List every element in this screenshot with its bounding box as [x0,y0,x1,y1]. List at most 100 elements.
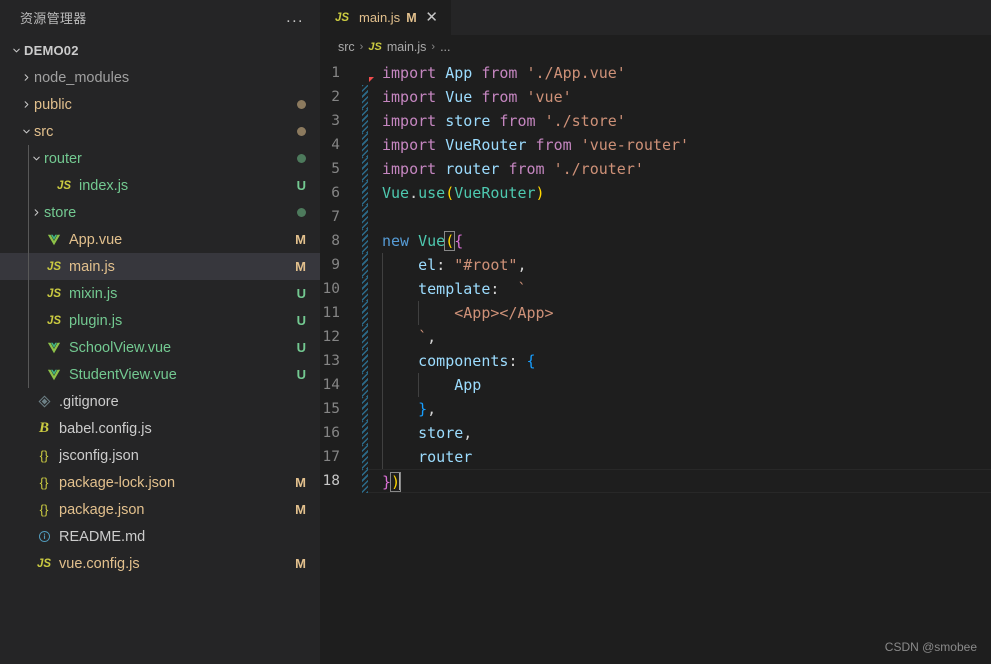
chevron-right-icon[interactable] [18,99,34,110]
code-line[interactable]: 14 App [320,373,991,397]
line-number: 9 [331,257,340,273]
breadcrumb-item[interactable]: src [338,40,355,54]
chevron-right-icon[interactable] [28,207,44,218]
code-line[interactable]: 12 `, [320,325,991,349]
tab-main-js[interactable]: JS main.js M ✕ [320,0,452,35]
tree-item-studentview-vue[interactable]: StudentView.vue U [0,361,320,388]
code-token: './store' [544,112,626,130]
code-token: router [445,160,500,178]
code-token: , [463,424,473,442]
close-icon[interactable]: ✕ [423,9,441,27]
tree-item-label: vue.config.js [59,555,140,572]
tree-item-index-js[interactable]: JS index.js U [0,172,320,199]
tree-item-vue-config-js[interactable]: JS vue.config.js M [0,550,320,577]
code-line[interactable]: 8 new Vue({ [320,229,991,253]
code-line[interactable]: 10 template: ` [320,277,991,301]
code-editor[interactable]: 1 import App from './App.vue' 2 import Vue … [320,59,991,664]
code-token: ` [517,280,527,298]
tree-item-label: store [44,204,77,221]
code-token: from [499,112,536,130]
tree-item-package-json[interactable]: {} package.json M [0,496,320,523]
git-status-dot [297,100,306,109]
line-number: 1 [331,65,340,81]
tree-item-plugin-js[interactable]: JS plugin.js U [0,307,320,334]
tab-dirty-badge: M [406,10,417,25]
code-lines: 1 import App from './App.vue' 2 import Vue … [320,59,991,493]
vue-file-icon [44,233,64,247]
git-status-badge: M [295,556,306,571]
tree-item-babel-config-js[interactable]: Bbabel.config.js [0,415,320,442]
code-line[interactable]: 13 components: { [320,349,991,373]
tree-item-mixin-js[interactable]: JS mixin.js U [0,280,320,307]
code-token: <App></App> [454,304,554,322]
code-token: , [427,400,437,418]
breadcrumb-separator-icon: › [431,41,436,53]
tree-item-router[interactable]: router [0,145,320,172]
code-token: import [382,88,446,106]
tree-item-store[interactable]: store [0,199,320,226]
code-line[interactable]: 5 import router from './router' [320,157,991,181]
code-line[interactable]: 1 import App from './App.vue' [320,61,991,85]
tree-item-schoolview-vue[interactable]: SchoolView.vue U [0,334,320,361]
code-token: "#root" [454,256,518,274]
babel-file-icon: B [38,420,49,436]
git-status-dot [297,208,306,217]
tree-item-demo02[interactable]: DEMO02 [0,37,320,64]
code-line[interactable]: 3 import store from './store' [320,109,991,133]
code-line[interactable]: 9 el: "#root", [320,253,991,277]
tree-item-node-modules[interactable]: node_modules [0,64,320,91]
tree-item-app-vue[interactable]: App.vue M [0,226,320,253]
code-token: import [382,136,446,154]
json-file-icon: {} [39,475,49,490]
tree-item-package-lock-json[interactable]: {} package-lock.json M [0,469,320,496]
tree-item-label: plugin.js [69,312,123,329]
code-line[interactable]: 7 [320,205,991,229]
tab-label: main.js [359,10,401,25]
code-line[interactable]: 15 }, [320,397,991,421]
chevron-down-icon[interactable] [28,153,44,164]
code-token: : [436,256,455,274]
code-line[interactable]: 2 import Vue from 'vue' [320,85,991,109]
breadcrumb-item[interactable]: main.js [387,40,427,54]
more-actions-icon[interactable]: ... [282,9,308,25]
chevron-right-icon[interactable] [18,72,34,83]
code-line[interactable]: 16 store, [320,421,991,445]
git-status-badge: U [296,340,306,355]
tree-item-readme-md[interactable]: README.md [0,523,320,550]
tree-item-jsconfig-json[interactable]: {} jsconfig.json [0,442,320,469]
tree-item-public[interactable]: public [0,91,320,118]
code-line[interactable]: 6 Vue.use(VueRouter) [320,181,991,205]
js-file-icon: JS [46,287,62,300]
code-token: './App.vue' [526,64,626,82]
code-line[interactable]: 17 router [320,445,991,469]
js-file-icon: JS [46,314,62,327]
code-token: from [481,88,518,106]
tree-item-label: README.md [59,528,146,545]
js-file-icon: JS [36,557,52,570]
code-token: template [418,280,491,298]
code-token: { [526,352,536,370]
explorer-title: 资源管理器 [20,11,87,26]
code-line-text: import router from './router' [368,157,991,181]
code-line-text: }, [368,397,991,421]
code-line[interactable]: 18}) [320,469,991,493]
code-line-text: template: ` [368,277,991,301]
indent-guide [418,373,420,397]
tree-item-main-js[interactable]: JS main.js M [0,253,320,280]
chevron-down-icon[interactable] [8,45,24,56]
tree-item-label: StudentView.vue [69,366,177,383]
code-token: use [418,184,446,202]
tree-item-label: router [44,150,82,167]
line-number: 8 [331,233,340,249]
line-number: 13 [322,353,340,369]
chevron-down-icon[interactable] [18,126,34,137]
code-line[interactable]: 4 import VueRouter from 'vue-router' [320,133,991,157]
code-token: components [418,352,509,370]
breadcrumb-item[interactable]: ... [440,40,450,54]
tree-item-gitignore[interactable]: .gitignore [0,388,320,415]
tree-item-src[interactable]: src [0,118,320,145]
code-line[interactable]: 11 <App></App> [320,301,991,325]
